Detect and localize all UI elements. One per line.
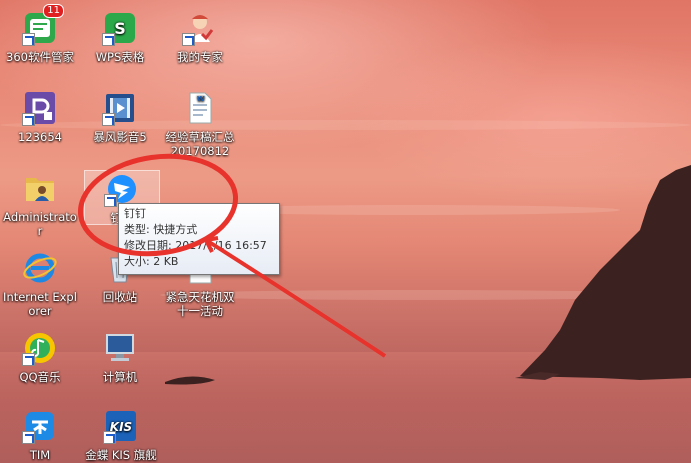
tim-icon [22,408,58,444]
desktop-wallpaper [0,0,691,463]
icon-label: Administrator [3,210,77,238]
svg-text:S: S [114,19,126,38]
icon-label: 紧急天花机双十一活动 [165,290,235,318]
app-123654-icon [22,90,58,126]
word-document-icon: W [182,90,218,126]
qq-music-icon [22,330,58,366]
tooltip-size: 大小: 2 KB [124,255,179,268]
notification-badge: 11 [43,4,64,18]
desktop-icon-tim[interactable]: TIM [2,408,78,462]
icon-label: 金蝶 KIS 旗舰 [85,448,157,462]
icon-label: 回收站 [102,290,138,304]
shortcut-arrow-icon [102,33,115,46]
shortcut-tooltip: 钉钉 类型: 快捷方式 修改日期: 2017/1/16 16:57 大小: 2 … [118,203,280,275]
shortcut-arrow-icon [102,113,115,126]
shortcut-arrow-icon [22,113,35,126]
icon-label: 我的专家 [177,50,223,64]
cloud [160,290,680,300]
360-software-manager-icon: 11 [22,4,64,46]
shortcut-arrow-icon [103,431,116,444]
tooltip-modified: 修改日期: 2017/1/16 16:57 [124,239,267,252]
desktop-icon-wps-spreadsheet[interactable]: S WPS表格 [82,10,158,64]
svg-text:W: W [197,95,205,103]
desktop-icon-baofeng-player[interactable]: 暴风影音5 [82,90,158,144]
shortcut-arrow-icon [22,33,35,46]
baofeng-player-icon [102,90,138,126]
icon-label: 计算机 [102,370,138,384]
icon-label: 暴风影音5 [93,130,147,144]
desktop-icon-360-software-manager[interactable]: 11 360软件管家 [2,4,78,64]
tooltip-type: 类型: 快捷方式 [124,223,198,236]
wps-spreadsheet-icon: S [102,10,138,46]
icon-label: QQ音乐 [19,370,61,384]
tooltip-title: 钉钉 [124,207,146,220]
desktop-icon-qq-music[interactable]: QQ音乐 [2,330,78,384]
desktop-icon-123654[interactable]: 123654 [2,90,78,144]
shortcut-arrow-icon [182,33,195,46]
shortcut-arrow-icon [22,431,35,444]
internet-explorer-icon [22,250,58,286]
icon-label: 经验草稿汇总20170812 [165,130,235,158]
dingtalk-icon [104,171,140,207]
icon-label: Internet Explorer [3,290,77,318]
icon-label: 360软件管家 [6,50,74,64]
desktop-icon-kingdee-kis[interactable]: KIS 金蝶 KIS 旗舰 [80,408,162,462]
computer-icon [102,330,138,366]
icon-label: TIM [29,448,51,462]
shortcut-arrow-icon [22,353,35,366]
shortcut-arrow-icon [104,194,117,207]
desktop-icon-administrator[interactable]: Administrator [2,170,78,238]
icon-label: WPS表格 [95,50,145,64]
desktop-icon-computer[interactable]: 计算机 [82,330,158,384]
my-expert-icon [182,10,218,46]
desktop-icon-word-document[interactable]: W 经验草稿汇总20170812 [162,90,238,158]
icon-label: 123654 [18,130,62,144]
kingdee-kis-icon: KIS [103,408,139,444]
user-folder-icon [22,170,58,206]
desktop-icon-my-expert[interactable]: 我的专家 [162,10,238,64]
desktop-icon-internet-explorer[interactable]: Internet Explorer [2,250,78,318]
